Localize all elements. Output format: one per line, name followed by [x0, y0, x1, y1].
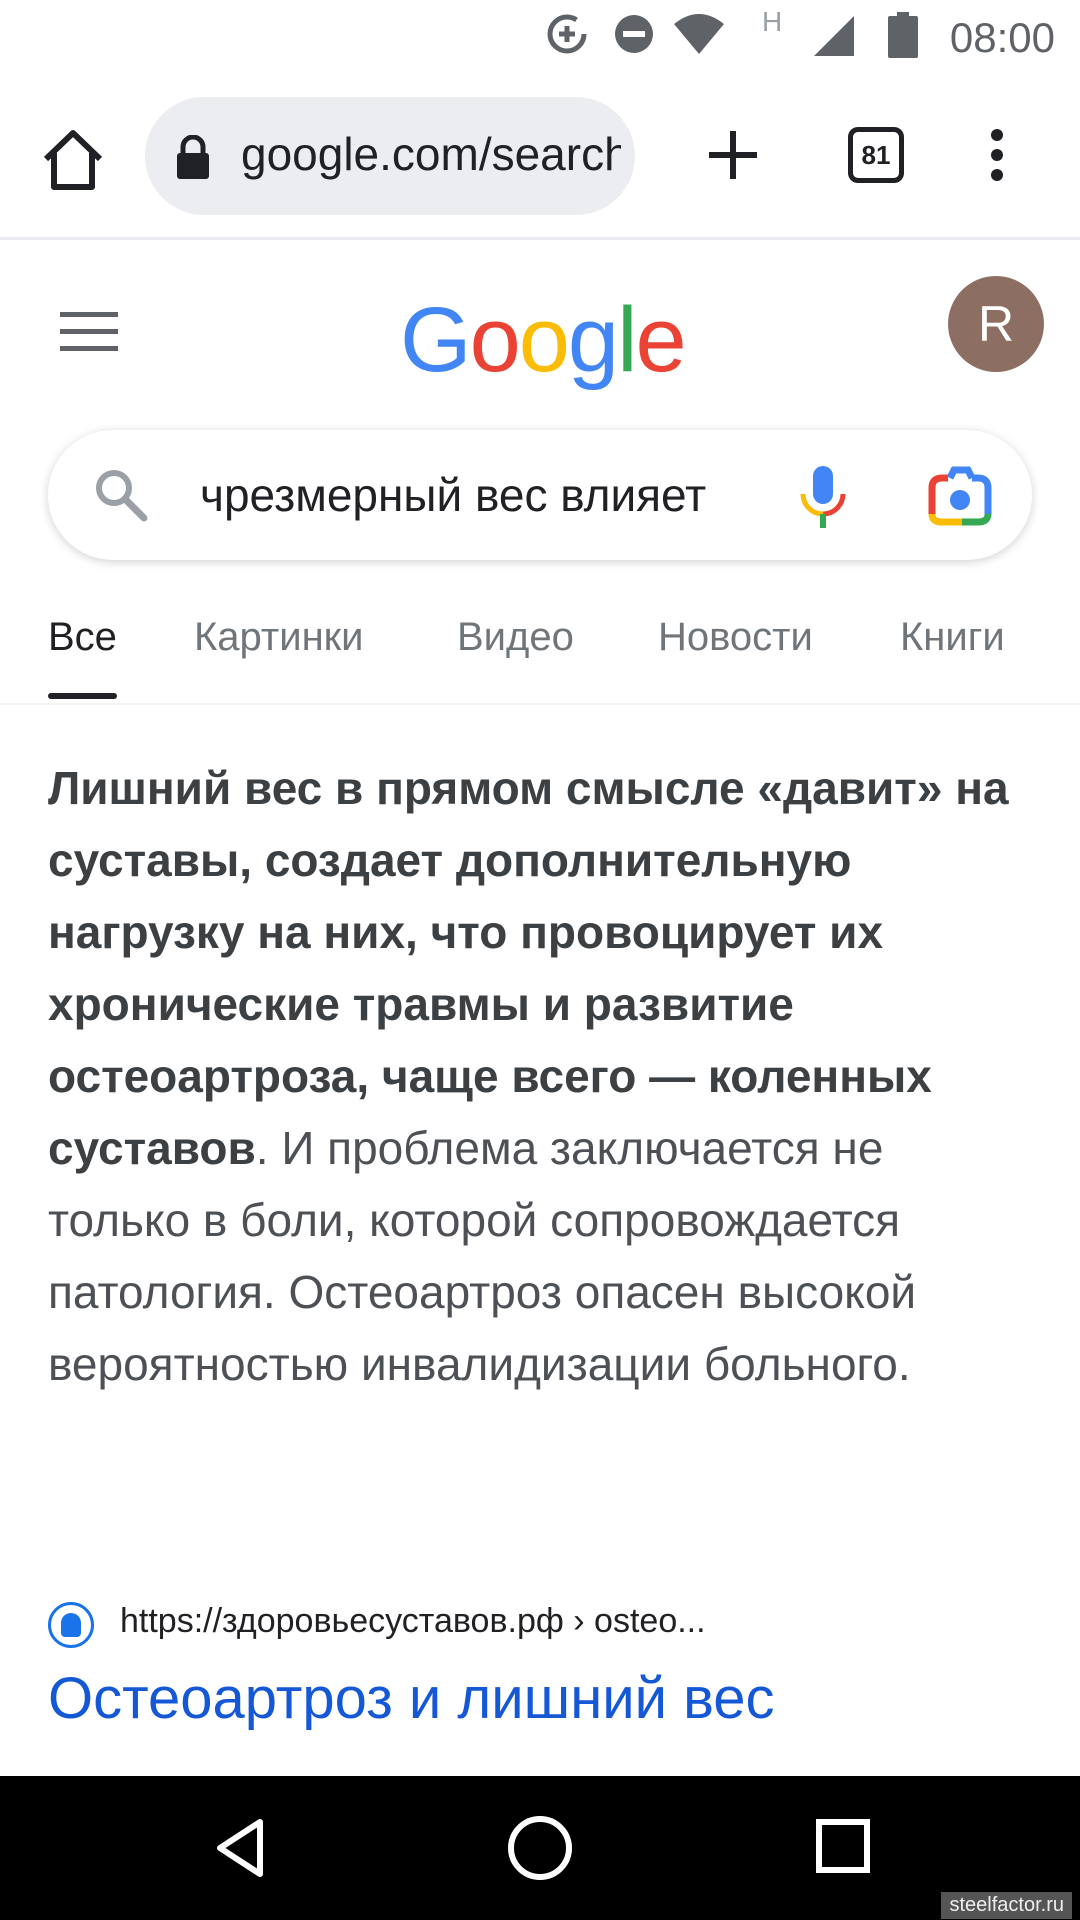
logo-letter: G	[400, 289, 472, 391]
logo-letter: e	[635, 289, 687, 391]
search-icon	[96, 470, 148, 522]
url-text: google.com/search	[241, 128, 621, 180]
site-favicon-icon	[48, 1602, 94, 1648]
search-box[interactable]: чрезмерный вес влияет	[48, 430, 1032, 560]
system-nav-bar: steelfactor.ru	[0, 1776, 1080, 1920]
h-network-icon: H	[762, 6, 783, 37]
back-icon[interactable]	[210, 1816, 274, 1880]
google-lens-icon[interactable]	[928, 466, 992, 526]
featured-snippet: Лишний вес в прямом смысле «давит» на су…	[48, 752, 1038, 1400]
tab-images[interactable]: Картинки	[194, 615, 364, 660]
snippet-highlight: Лишний вес в прямом смысле «давит» на су…	[48, 762, 1009, 1174]
recents-icon[interactable]	[815, 1818, 871, 1874]
watermark: steelfactor.ru	[941, 1892, 1072, 1919]
home-icon[interactable]	[38, 125, 108, 195]
tab-books[interactable]: Книги	[900, 615, 1005, 660]
hamburger-menu-icon[interactable]	[60, 310, 118, 354]
status-bar: H 08:00	[0, 0, 1080, 75]
tab-all[interactable]: Все	[48, 615, 117, 699]
result-title-link[interactable]: Остеоартроз и лишний вес	[48, 1665, 775, 1732]
google-header: Google R	[0, 240, 1080, 420]
logo-letter: o	[469, 289, 521, 391]
account-avatar[interactable]: R	[948, 276, 1044, 372]
more-vert-icon[interactable]	[975, 125, 1019, 185]
lock-icon	[177, 135, 209, 179]
source-url[interactable]: https://здоровьесуставов.рф › osteo...	[120, 1602, 706, 1641]
do-not-disturb-icon	[615, 15, 653, 53]
logo-letter: g	[567, 289, 619, 391]
logo-letter: o	[518, 289, 570, 391]
result-source[interactable]: https://здоровьесуставов.рф › osteo...	[48, 1600, 1038, 1650]
tab-news[interactable]: Новости	[658, 615, 813, 660]
wifi-icon	[674, 14, 724, 54]
tab-video[interactable]: Видео	[457, 615, 574, 660]
mic-icon[interactable]	[793, 464, 853, 530]
google-logo[interactable]: Google	[400, 288, 687, 393]
search-tabs: Все Картинки Видео Новости Книги	[0, 580, 1080, 705]
browser-toolbar: google.com/search 81	[0, 75, 1080, 240]
cell-signal-icon	[814, 16, 854, 56]
logo-letter: l	[617, 289, 638, 391]
data-saver-icon	[547, 14, 587, 54]
search-input[interactable]: чрезмерный вес влияет	[200, 468, 800, 522]
tab-switcher-button[interactable]: 81	[848, 127, 904, 183]
clock: 08:00	[949, 14, 1055, 61]
battery-icon	[888, 12, 918, 58]
home-circle-icon[interactable]	[506, 1814, 574, 1882]
plus-icon[interactable]	[705, 127, 761, 183]
address-bar[interactable]: google.com/search	[145, 97, 635, 215]
